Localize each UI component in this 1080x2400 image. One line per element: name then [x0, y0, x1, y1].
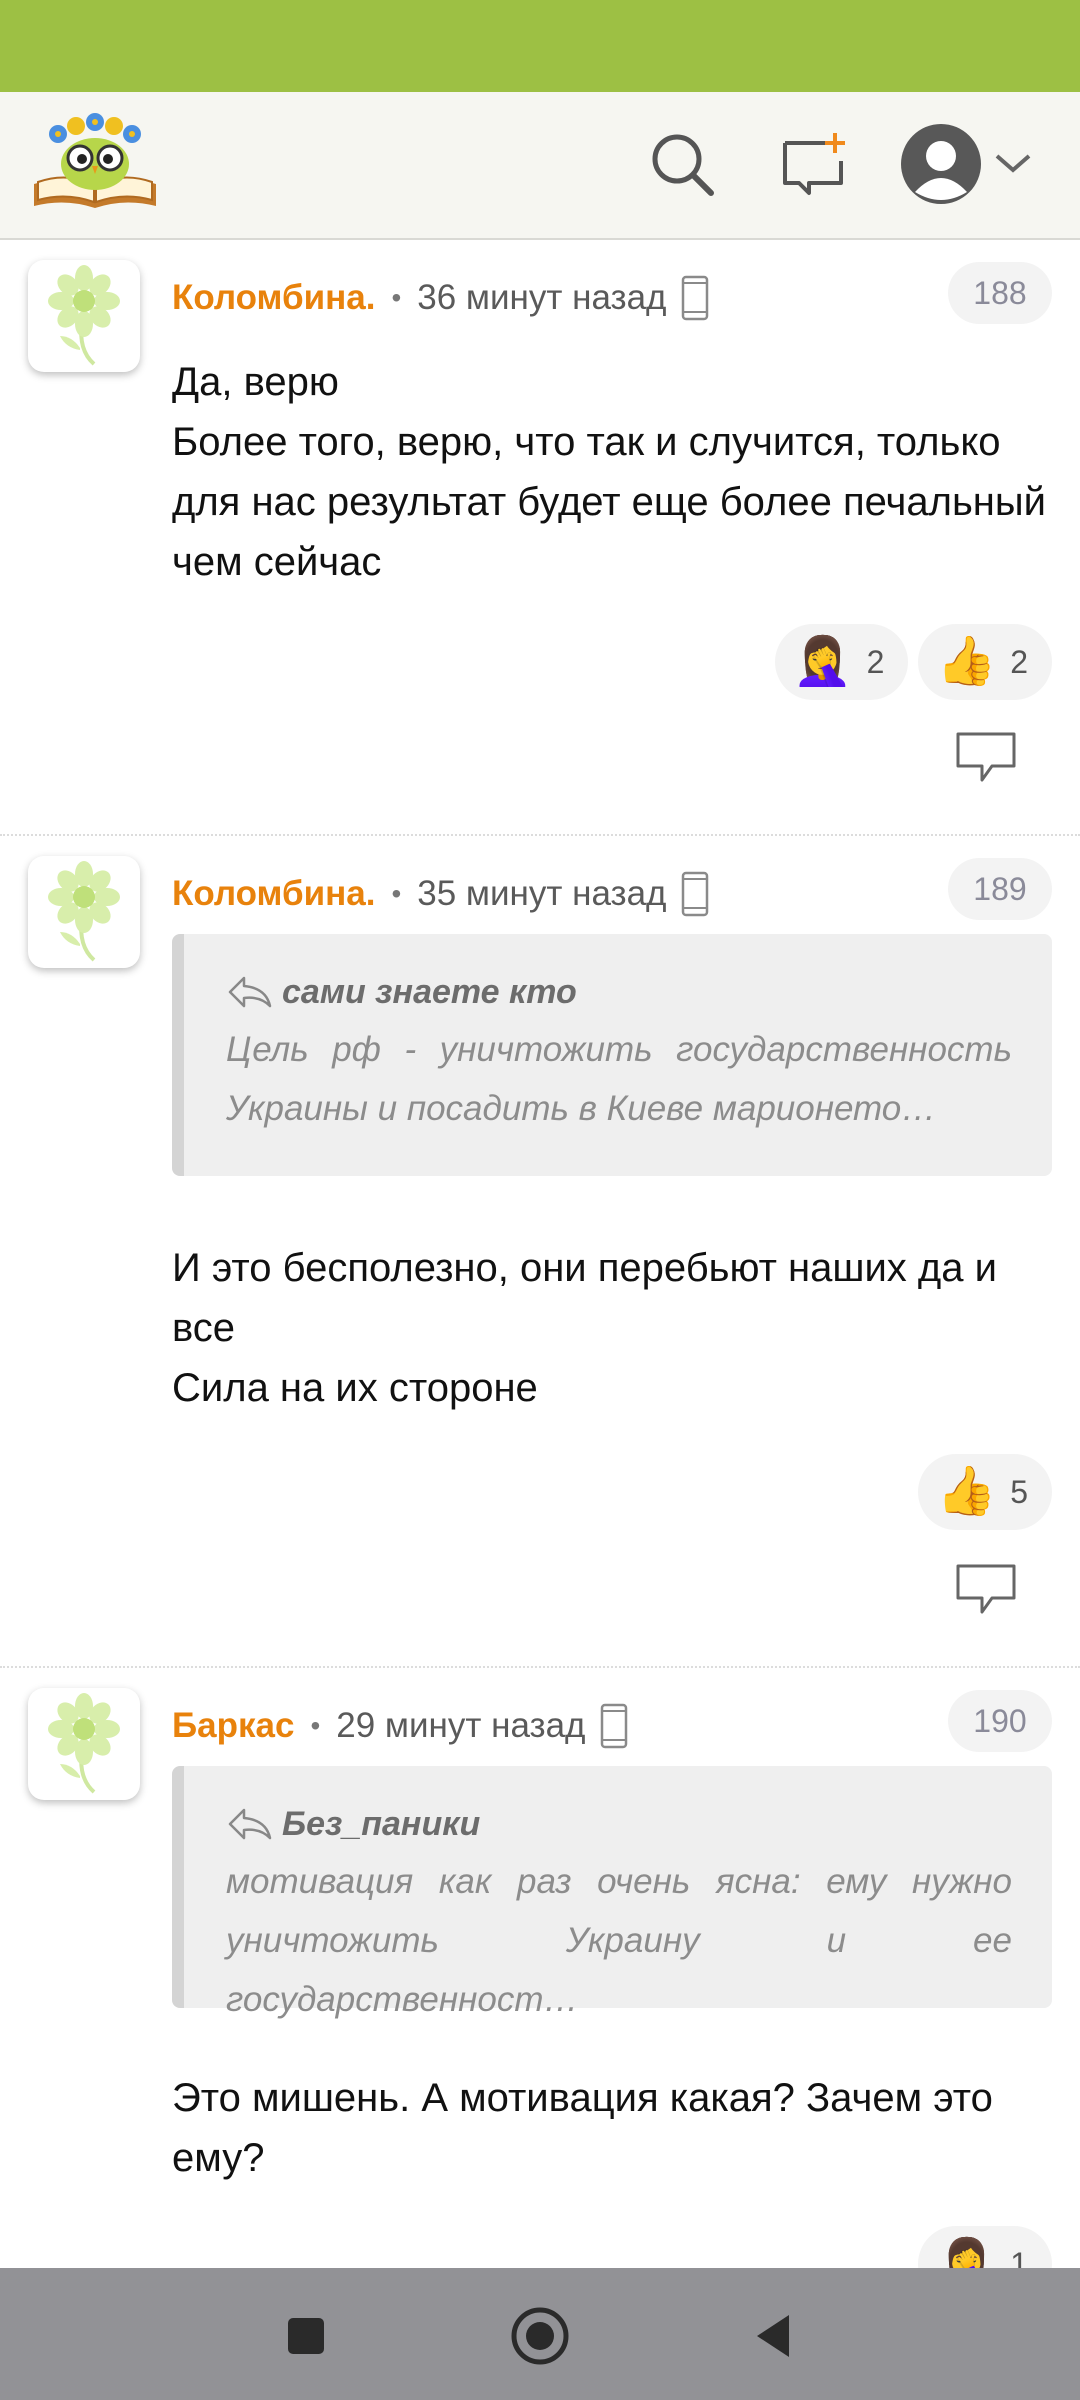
status-bar — [0, 0, 1080, 92]
quote-author: Без_паники — [282, 1804, 481, 1843]
user-avatar-icon — [901, 124, 981, 204]
system-navigation-bar — [0, 2268, 1080, 2400]
quote-author: сами знаете кто — [282, 972, 577, 1011]
quote-text: мотивация как раз очень ясна: ему нужно … — [226, 1862, 1012, 2019]
search-icon[interactable] — [642, 124, 722, 204]
user-avatar[interactable] — [28, 856, 140, 968]
reactions-bar: 🤦‍♀️ 2 👍 2 — [774, 624, 1052, 700]
thumbs-up-emoji-icon: 👍 — [936, 1465, 997, 1518]
quoted-comment[interactable]: сами знаете кто Цель рф - уничтожить гос… — [172, 934, 1052, 1176]
owl-reading-book-logo[interactable] — [30, 106, 160, 216]
comment-time: 36 минут назад — [417, 278, 667, 317]
quoted-comment[interactable]: Без_паники мотивация как раз очень ясна:… — [172, 1766, 1052, 2019]
user-avatar[interactable] — [28, 1688, 140, 1800]
comment-meta: Баркас • 29 минут назад — [172, 1703, 629, 1749]
reaction-count: 2 — [1010, 643, 1028, 680]
comment-item: Коломбина. • 36 минут назад 188 Да, верю… — [0, 240, 1080, 836]
comment-author[interactable]: Баркас — [172, 1706, 294, 1746]
comment-time: 35 минут назад — [417, 874, 667, 913]
back-triangle-icon — [757, 2315, 789, 2357]
home-button[interactable] — [502, 2298, 578, 2374]
comment-text: Да, верю Более того, верю, что так и слу… — [172, 360, 1046, 584]
separator-dot: • — [310, 1710, 321, 1741]
reaction-count: 1 — [1010, 2245, 1028, 2269]
facepalm-emoji-icon: 🤦‍♀️ — [936, 2237, 997, 2269]
reaction-facepalm[interactable]: 🤦‍♀️ 2 — [774, 624, 909, 700]
reactions-bar: 👍 5 — [918, 1454, 1052, 1530]
comment-time: 29 минут назад — [336, 1706, 586, 1745]
facepalm-emoji-icon: 🤦‍♀️ — [792, 635, 853, 688]
separator-dot: • — [391, 878, 402, 909]
reaction-count: 2 — [866, 643, 885, 680]
user-avatar[interactable] — [28, 260, 140, 372]
comment-meta: Коломбина. • 36 минут назад — [172, 275, 710, 321]
comment-text: И это бесполезно, они перебьют наших да … — [172, 1246, 997, 1410]
reply-arrow-icon — [228, 976, 272, 1008]
app-header — [0, 92, 1080, 240]
home-circle-icon — [511, 2307, 569, 2365]
comment-item: Коломбина. • 35 минут назад 189 сами зна… — [0, 836, 1080, 1668]
mobile-device-icon — [680, 871, 710, 917]
quote-text: Цель рф - уничтожить государственность У… — [226, 1030, 1012, 1128]
separator-dot: • — [391, 282, 402, 313]
reply-arrow-icon — [228, 1808, 272, 1840]
reaction-count: 5 — [1010, 1473, 1028, 1510]
comment-item: Баркас • 29 минут назад 190 Без_паники м… — [0, 1668, 1080, 2268]
comment-number-badge[interactable]: 190 — [948, 1690, 1052, 1752]
mobile-device-icon — [599, 1703, 629, 1749]
reactions-bar: 🤦‍♀️ 1 — [918, 2226, 1052, 2268]
comment-number-badge[interactable]: 188 — [948, 262, 1052, 324]
back-button[interactable] — [736, 2298, 812, 2374]
comments-feed[interactable]: Коломбина. • 36 минут назад 188 Да, верю… — [0, 240, 1080, 2268]
comment-author[interactable]: Коломбина. — [172, 278, 375, 318]
comment-text: Это мишень. А мотивация какая? Зачем это… — [172, 2076, 993, 2180]
reaction-facepalm[interactable]: 🤦‍♀️ 1 — [918, 2226, 1052, 2268]
new-chat-icon[interactable] — [774, 124, 854, 204]
quote-header: сами знаете кто — [226, 964, 1012, 1020]
user-menu-button[interactable] — [896, 124, 1036, 204]
comment-author[interactable]: Коломбина. — [172, 874, 375, 914]
reaction-thumbs-up[interactable]: 👍 5 — [918, 1454, 1052, 1530]
reply-icon[interactable] — [954, 1562, 1018, 1618]
square-icon — [288, 2318, 324, 2354]
chevron-down-icon — [995, 154, 1031, 173]
flower-icon — [48, 861, 120, 962]
comment-number-badge[interactable]: 189 — [948, 858, 1052, 920]
flower-icon — [48, 265, 120, 366]
quote-header: Без_паники — [226, 1796, 1012, 1852]
comment-meta: Коломбина. • 35 минут назад — [172, 871, 710, 917]
reply-icon[interactable] — [954, 730, 1018, 786]
flower-icon — [48, 1693, 120, 1794]
reaction-thumbs-up[interactable]: 👍 2 — [918, 624, 1052, 700]
recent-apps-button[interactable] — [268, 2298, 344, 2374]
mobile-device-icon — [680, 275, 710, 321]
thumbs-up-emoji-icon: 👍 — [936, 635, 997, 688]
